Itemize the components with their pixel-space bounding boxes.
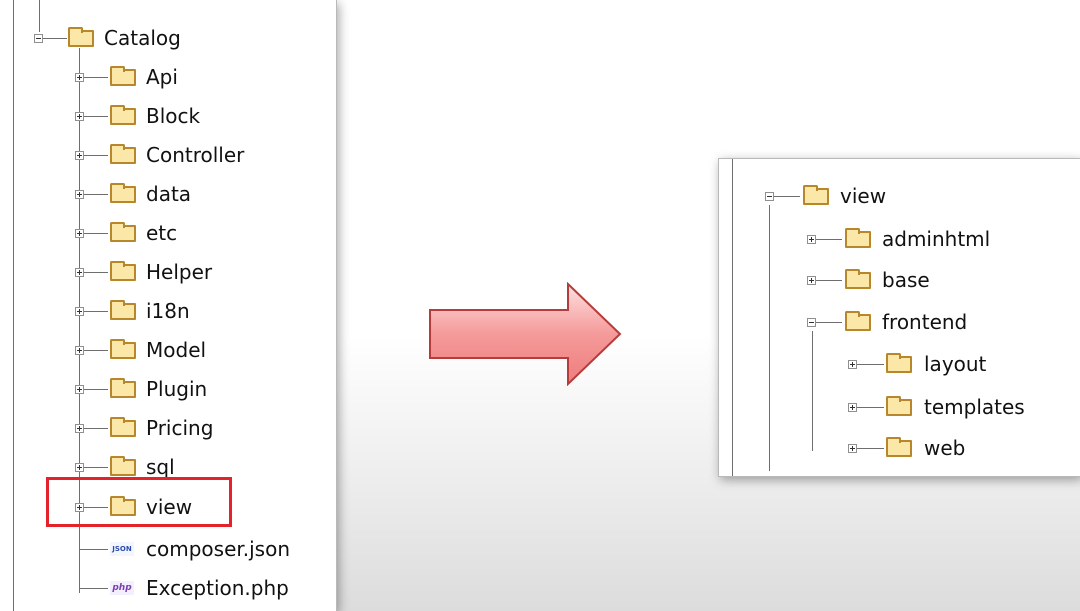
folder-icon <box>886 396 912 416</box>
expand-toggle[interactable] <box>75 346 84 355</box>
collapse-toggle[interactable] <box>765 192 774 201</box>
expand-toggle[interactable] <box>807 276 816 285</box>
folder-icon <box>110 300 136 320</box>
folder-icon <box>110 456 136 476</box>
folder-icon <box>110 105 136 125</box>
tree-connector <box>84 233 108 234</box>
expand-toggle[interactable] <box>75 190 84 199</box>
expand-toggle[interactable] <box>75 463 84 472</box>
folder-icon <box>110 66 136 86</box>
tree-connector <box>816 280 842 281</box>
tree-connector <box>80 549 108 550</box>
tree-line <box>732 159 733 476</box>
tree-connector <box>84 389 108 390</box>
folder-icon <box>886 437 912 457</box>
tree-connector <box>84 350 108 351</box>
tree-connector <box>84 428 108 429</box>
expand-toggle[interactable] <box>848 360 857 369</box>
tree-item-web[interactable]: web <box>924 436 965 460</box>
tree-item-data[interactable]: data <box>146 182 191 206</box>
tree-line <box>39 0 40 32</box>
tree-connector <box>80 588 108 589</box>
collapse-toggle[interactable] <box>807 318 816 327</box>
tree-connector <box>43 38 67 39</box>
tree-item-base[interactable]: base <box>882 268 930 292</box>
folder-icon <box>110 417 136 437</box>
catalog-tree-panel: Catalog Api Block Controller data etc He… <box>0 0 337 611</box>
expand-toggle[interactable] <box>848 403 857 412</box>
tree-connector <box>84 77 108 78</box>
tree-item-block[interactable]: Block <box>146 104 200 128</box>
tree-line <box>812 331 813 451</box>
expand-toggle[interactable] <box>75 73 84 82</box>
tree-connector <box>774 196 800 197</box>
tree-item-i18n[interactable]: i18n <box>146 299 190 323</box>
expand-toggle[interactable] <box>75 112 84 121</box>
tree-item-model[interactable]: Model <box>146 338 206 362</box>
tree-connector <box>816 239 842 240</box>
tree-item-sql[interactable]: sql <box>146 455 175 479</box>
tree-connector <box>84 467 108 468</box>
tree-item-controller[interactable]: Controller <box>146 143 244 167</box>
tree-connector <box>857 448 884 449</box>
tree-connector <box>84 194 108 195</box>
folder-icon <box>110 222 136 242</box>
tree-connector <box>816 322 842 323</box>
view-tree-panel: view adminhtml base frontend layout temp… <box>718 158 1080 477</box>
tree-item-catalog[interactable]: Catalog <box>104 26 181 50</box>
tree-item-api[interactable]: Api <box>146 65 178 89</box>
tree-item-etc[interactable]: etc <box>146 221 177 245</box>
collapse-toggle[interactable] <box>34 34 43 43</box>
folder-icon <box>110 339 136 359</box>
tree-item-templates[interactable]: templates <box>924 395 1025 419</box>
view-folder-highlight <box>46 477 232 527</box>
php-file-icon: php <box>110 581 134 595</box>
expand-toggle[interactable] <box>75 424 84 433</box>
tree-item-exception-php[interactable]: Exception.php <box>146 576 289 600</box>
folder-icon <box>803 185 829 205</box>
tree-item-adminhtml[interactable]: adminhtml <box>882 227 990 251</box>
folder-icon <box>110 378 136 398</box>
folder-icon <box>110 183 136 203</box>
tree-item-frontend[interactable]: frontend <box>882 310 967 334</box>
tree-connector <box>857 407 884 408</box>
folder-icon <box>110 144 136 164</box>
tree-connector <box>84 116 108 117</box>
expand-toggle[interactable] <box>75 229 84 238</box>
json-file-icon: JSON <box>110 542 134 556</box>
folder-icon <box>886 353 912 373</box>
tree-item-pricing[interactable]: Pricing <box>146 416 213 440</box>
expand-toggle[interactable] <box>75 268 84 277</box>
expand-toggle[interactable] <box>848 444 857 453</box>
tree-item-view[interactable]: view <box>840 184 886 208</box>
folder-icon <box>110 261 136 281</box>
right-arrow-icon <box>429 282 622 386</box>
tree-connector <box>857 364 884 365</box>
expand-toggle[interactable] <box>807 235 816 244</box>
tree-connector <box>84 155 108 156</box>
tree-item-composer-json[interactable]: composer.json <box>146 537 290 561</box>
folder-icon <box>845 269 871 289</box>
tree-line <box>769 205 770 471</box>
tree-line <box>13 0 14 611</box>
tree-item-layout[interactable]: layout <box>924 352 986 376</box>
expand-toggle[interactable] <box>75 385 84 394</box>
folder-icon <box>845 228 871 248</box>
folder-icon <box>845 311 871 331</box>
tree-item-plugin[interactable]: Plugin <box>146 377 207 401</box>
expand-toggle[interactable] <box>75 307 84 316</box>
tree-connector <box>84 272 108 273</box>
folder-icon <box>68 27 94 47</box>
tree-item-helper[interactable]: Helper <box>146 260 212 284</box>
expand-toggle[interactable] <box>75 151 84 160</box>
tree-connector <box>84 311 108 312</box>
